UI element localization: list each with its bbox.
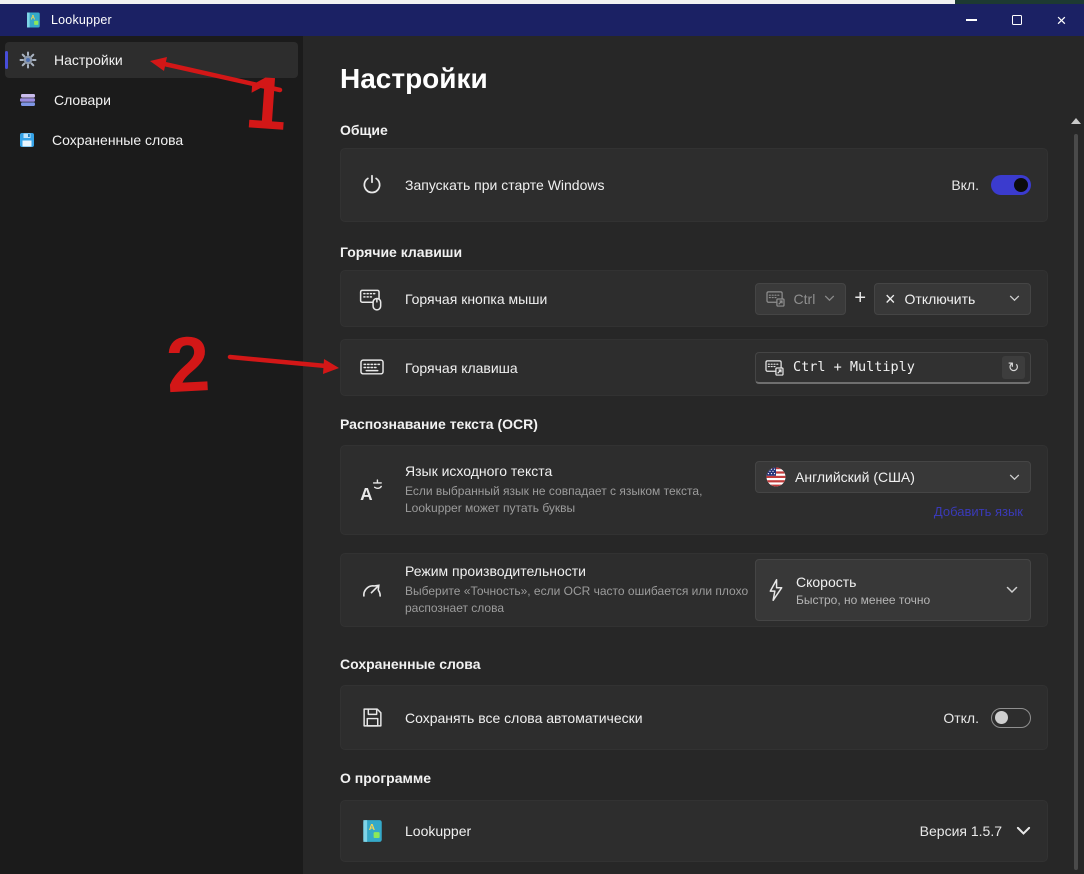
maximize-icon xyxy=(1012,15,1022,25)
lightning-icon xyxy=(768,578,784,602)
app-icon: A xyxy=(24,11,42,29)
mouse-hotkey-card: Горячая кнопка мыши Ctrl + × Отключить xyxy=(340,270,1048,327)
minimize-icon xyxy=(966,19,977,21)
autostart-label: Запускать при старте Windows xyxy=(405,177,605,193)
autosave-toggle[interactable] xyxy=(991,708,1031,728)
autostart-state: Вкл. xyxy=(951,177,979,193)
disable-x-icon: × xyxy=(885,290,896,308)
autosave-label: Сохранять все слова автоматически xyxy=(405,710,643,726)
reset-hotkey-button[interactable]: ↻ xyxy=(1002,356,1025,379)
sidebar: Настройки Словари Сохраненные слова xyxy=(0,36,303,874)
about-card: A Lookupper Версия 1.5.7 xyxy=(340,800,1048,862)
floppy-icon xyxy=(19,132,35,148)
svg-text:A: A xyxy=(360,484,373,503)
key-hotkey-label: Горячая клавиша xyxy=(405,360,518,376)
scrollbar-up-arrow[interactable] xyxy=(1071,118,1081,124)
close-icon: × xyxy=(1057,12,1067,29)
scrollbar xyxy=(1070,118,1082,870)
gauge-icon xyxy=(359,578,385,602)
chevron-down-icon xyxy=(1009,295,1020,302)
autosave-state: Откл. xyxy=(943,710,979,726)
ocr-language-title: Язык исходного текста xyxy=(405,463,750,479)
section-ocr: Распознавание текста (OCR) xyxy=(340,416,1084,433)
svg-text:A: A xyxy=(369,822,376,832)
plus-separator: + xyxy=(854,287,866,310)
mouse-action-value: Отключить xyxy=(905,291,976,307)
toggle-knob xyxy=(995,711,1008,724)
power-icon xyxy=(360,173,384,197)
maximize-button[interactable] xyxy=(994,4,1039,36)
ocr-language-description: Если выбранный язык не совпадает с языко… xyxy=(405,483,750,518)
autostart-card: Запускать при старте Windows Вкл. xyxy=(340,148,1048,222)
key-hotkey-card: Горячая клавиша Ctrl + Multiply ↻ xyxy=(340,339,1048,396)
performance-mode-card: Режим производительности Выберите «Точно… xyxy=(340,553,1048,627)
language-icon: A xyxy=(360,477,384,503)
settings-page: Настройки Общие Запускать при старте Win… xyxy=(303,36,1084,874)
titlebar: A Lookupper × xyxy=(0,4,1084,36)
hotkey-value: Ctrl + Multiply xyxy=(793,359,915,375)
window-title: Lookupper xyxy=(51,13,112,27)
autosave-card: Сохранять все слова автоматически Откл. xyxy=(340,685,1048,750)
section-saved-words: Сохраненные слова xyxy=(340,656,1084,673)
minimize-button[interactable] xyxy=(949,4,994,36)
section-about: О программе xyxy=(340,770,1084,787)
lookupper-app-icon: A xyxy=(359,818,385,844)
chevron-down-icon[interactable] xyxy=(1016,826,1031,836)
chevron-down-icon xyxy=(824,295,835,302)
hotkey-input[interactable]: Ctrl + Multiply ↻ xyxy=(755,352,1031,384)
about-version: Версия 1.5.7 xyxy=(920,823,1002,839)
sidebar-item-dictionaries[interactable]: Словари xyxy=(5,82,298,118)
sidebar-item-label: Словари xyxy=(54,92,111,108)
sidebar-item-settings[interactable]: Настройки xyxy=(5,42,298,78)
ocr-language-value: Английский (США) xyxy=(795,469,915,485)
sidebar-item-label: Сохраненные слова xyxy=(52,132,183,148)
performance-value-subtitle: Быстро, но менее точно xyxy=(796,593,930,607)
mouse-modifier-dropdown[interactable]: Ctrl xyxy=(755,283,847,315)
chevron-down-icon xyxy=(1009,474,1020,481)
mouse-modifier-value: Ctrl xyxy=(794,291,816,307)
save-icon xyxy=(361,706,384,729)
about-app-name: Lookupper xyxy=(405,823,471,839)
autostart-toggle[interactable] xyxy=(991,175,1031,195)
gear-icon xyxy=(19,51,37,69)
ocr-language-card: A Язык исходного текста Если выбранный я… xyxy=(340,445,1048,535)
toggle-knob xyxy=(1014,178,1028,192)
performance-description: Выберите «Точность», если OCR часто ошиб… xyxy=(405,583,750,618)
ocr-language-dropdown[interactable]: Английский (США) xyxy=(755,461,1031,493)
keyboard-arrow-icon xyxy=(766,290,785,307)
keyboard-arrow-icon xyxy=(765,359,784,376)
performance-value-title: Скорость xyxy=(796,574,930,590)
reset-icon: ↻ xyxy=(1008,359,1020,376)
mouse-action-dropdown[interactable]: × Отключить xyxy=(874,283,1031,315)
mouse-hotkey-label: Горячая кнопка мыши xyxy=(405,291,547,307)
section-general: Общие xyxy=(340,122,1084,139)
section-hotkeys: Горячие клавиши xyxy=(340,244,1084,261)
add-language-link[interactable]: Добавить язык xyxy=(934,504,1023,519)
page-title: Настройки xyxy=(340,62,1084,96)
svg-text:A: A xyxy=(31,15,36,21)
sidebar-item-label: Настройки xyxy=(54,52,123,68)
close-button[interactable]: × xyxy=(1039,4,1084,36)
us-flag-icon xyxy=(766,467,786,487)
performance-dropdown[interactable]: Скорость Быстро, но менее точно xyxy=(755,559,1031,621)
performance-title: Режим производительности xyxy=(405,563,750,579)
keyboard-icon xyxy=(359,357,385,378)
scrollbar-thumb[interactable] xyxy=(1074,134,1078,870)
sidebar-item-saved-words[interactable]: Сохраненные слова xyxy=(5,122,298,158)
mouse-keyboard-icon xyxy=(359,286,385,312)
chevron-down-icon xyxy=(1006,586,1018,594)
books-icon xyxy=(19,91,37,109)
